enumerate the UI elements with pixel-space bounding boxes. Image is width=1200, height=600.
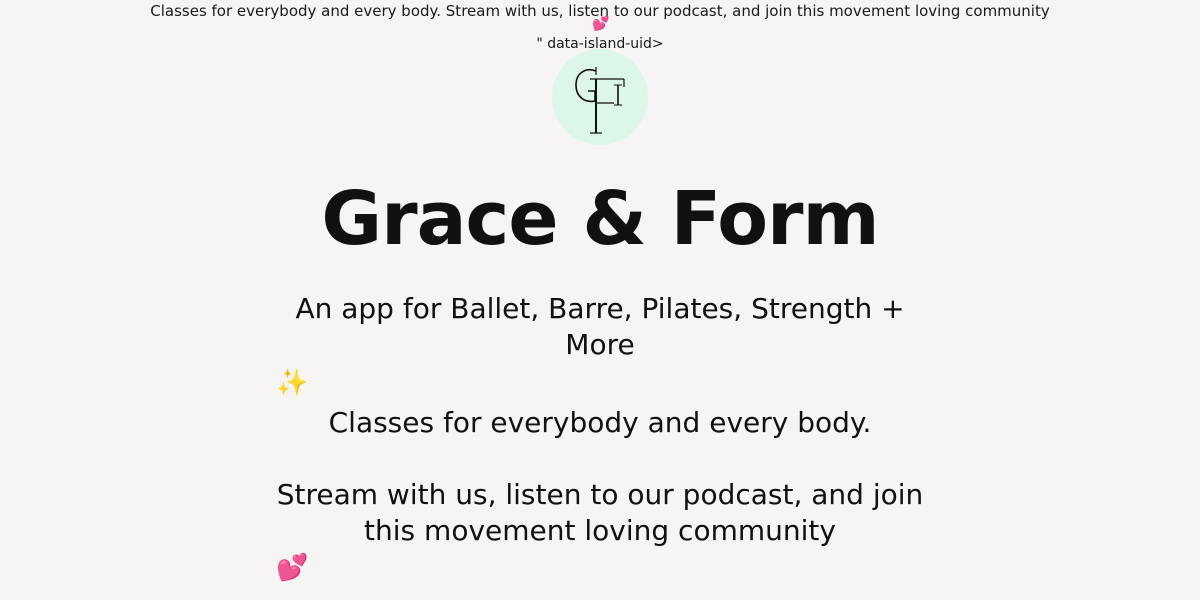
classes-text: Classes for everybody and every body. [328, 406, 872, 439]
logo-text: GF [552, 49, 554, 50]
logo-monogram: GF [552, 49, 625, 134]
logo: GF [552, 49, 648, 145]
community-text: Stream with us, listen to our podcast, a… [276, 478, 924, 547]
two-hearts-icon: 💕 [592, 16, 610, 32]
two-hearts-icon: 💕 [276, 553, 309, 583]
tagline: An app for Ballet, Barre, Pilates, Stren… [295, 292, 905, 361]
page-title: Grace & Form [321, 176, 879, 262]
sparkles-icon: ✨ [276, 368, 309, 398]
